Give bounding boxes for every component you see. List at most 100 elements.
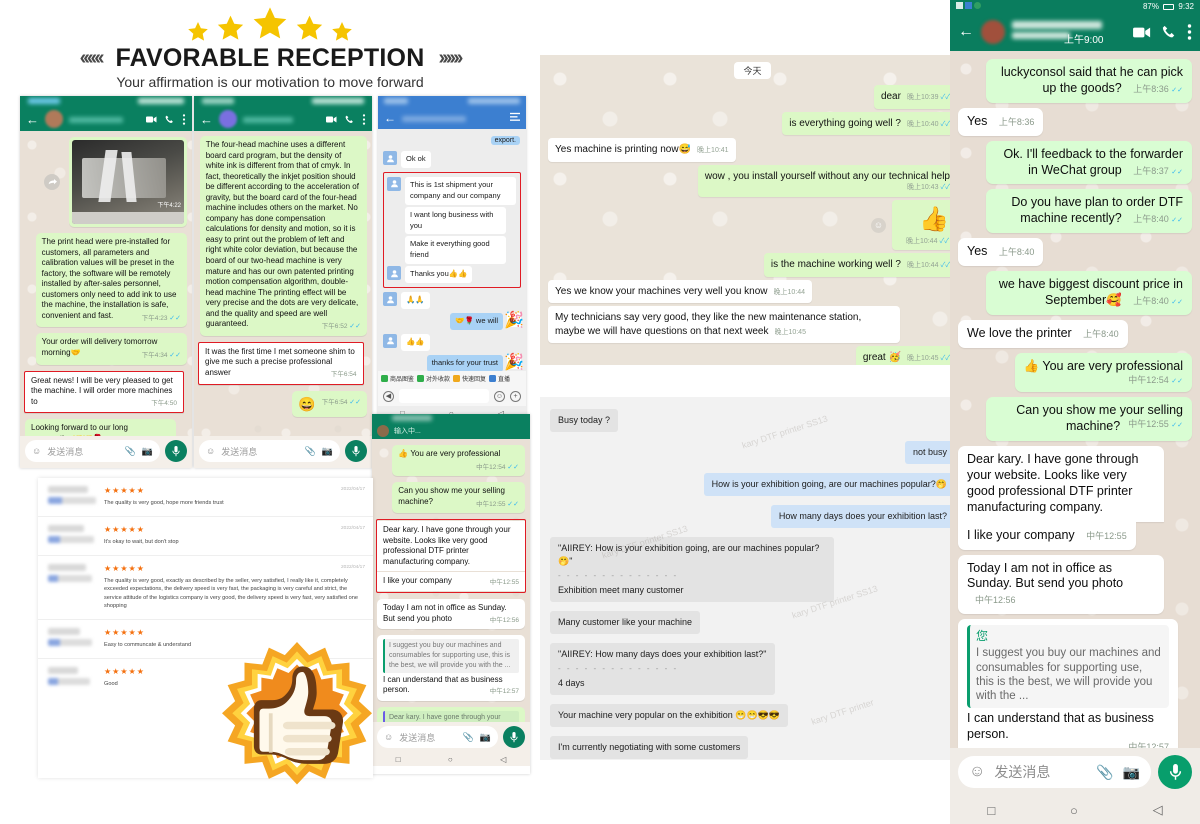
message-input[interactable]: ☺ 发送消息 📎 📷 [377, 726, 498, 748]
chat-bubble[interactable]: is everything going well ? 晚上10:40 ✓✓ [782, 111, 957, 135]
chat-bubble[interactable]: The four-head machine uses a different b… [199, 136, 367, 336]
message-input[interactable] [399, 389, 489, 403]
message-input[interactable]: ☺ 发送消息 📎 📷 [199, 440, 340, 462]
camera-icon[interactable]: 📷 [142, 446, 153, 457]
table-row[interactable]: ★★★★★ The quality is very good, hope mor… [38, 478, 373, 517]
more-vert-icon[interactable] [1187, 24, 1192, 40]
add-icon[interactable]: + [510, 390, 521, 402]
panel3-messages[interactable]: export. Ok ok This is 1st shipment your … [378, 129, 526, 371]
chat-bubble[interactable]: Make it everything good friend [405, 236, 506, 265]
back-icon[interactable]: ← [384, 111, 396, 125]
chat-bubble[interactable]: 👍 You are very professional 中午12:54 ✓✓ [1014, 352, 1192, 393]
phone-icon[interactable] [1162, 25, 1176, 39]
panel3-composer[interactable]: ◀ ☺ + [378, 386, 526, 406]
emoji-icon[interactable]: ☺ [384, 732, 393, 742]
phone-icon[interactable] [345, 115, 354, 124]
chat-bubble[interactable]: Ok. I'll feedback to the forwarder in We… [986, 140, 1192, 185]
chat-bubble[interactable]: I like your company 中午12:55 [958, 521, 1136, 550]
chat-bubble-highlighted[interactable]: It was the first time I met someone shim… [198, 341, 364, 385]
chat-bubble[interactable]: dear 晚上10:39 ✓✓ [873, 85, 957, 109]
right-composer[interactable]: ☺ 发送消息 📎 📷 [950, 748, 1200, 796]
chat-bubble[interactable]: I'm currently negotiating with some cust… [550, 735, 749, 759]
menu-icon[interactable] [510, 109, 520, 127]
avatar[interactable] [383, 151, 397, 165]
quick-action-live[interactable]: 直播 [489, 374, 510, 383]
avatar[interactable] [387, 266, 401, 281]
nav-square-icon[interactable]: □ [396, 755, 401, 764]
right-messages[interactable]: luckyconsol said that he can pick up the… [950, 51, 1200, 748]
chat-bubble[interactable]: Your machine very popular on the exhibit… [550, 703, 789, 727]
panel2-composer[interactable]: ☺ 发送消息 📎 📷 [194, 436, 372, 466]
message-input[interactable]: ☺ 发送消息 📎 📷 [25, 440, 160, 462]
avatar[interactable] [383, 292, 397, 306]
nav-circle-icon[interactable]: ○ [1070, 803, 1078, 818]
emoji-icon[interactable]: ☺ [494, 390, 505, 402]
attach-icon[interactable]: 📎 [305, 446, 316, 457]
emoji-icon[interactable]: ☺ [969, 763, 985, 781]
chat-bubble[interactable]: Yes we know your machines very well you … [548, 279, 813, 304]
nav-back-icon[interactable]: ◁ [500, 755, 506, 764]
chat-bubble-sticker[interactable]: 👍 晚上10:44 ✓✓ [891, 200, 957, 251]
avatar[interactable] [45, 110, 63, 128]
phone-icon[interactable] [165, 115, 174, 124]
chat-bubble[interactable]: Can you show me your selling machine? 中午… [392, 482, 525, 514]
avatar[interactable] [387, 176, 401, 191]
chat-bubble[interactable]: Today I am not in office as Sunday. But … [958, 554, 1164, 615]
chat-bubble[interactable]: is the machine working well ? 晚上10:44 ✓✓ [763, 253, 957, 277]
chat-bubble[interactable]: 👍👍 [401, 333, 430, 351]
chat-bubble-quoted[interactable]: 您 I suggest you buy our machines and con… [958, 619, 1178, 748]
chat-bubble-highlighted[interactable]: Dear kary. I have gone through your webs… [377, 521, 525, 572]
chat-bubble[interactable]: luckyconsol said that he can pick up the… [986, 59, 1192, 103]
mic-button[interactable] [503, 726, 525, 748]
chat-bubble[interactable]: Can you show me your selling machine? 中午1… [986, 397, 1192, 442]
right-navbar[interactable]: □ ○ ◁ [950, 796, 1200, 824]
video-call-icon[interactable] [326, 115, 337, 124]
more-vert-icon[interactable] [182, 113, 186, 125]
chat-bubble-highlighted[interactable]: Great news! I will be very pleased to ge… [24, 370, 184, 414]
mic-button[interactable] [1158, 755, 1192, 789]
back-icon[interactable]: ← [958, 23, 974, 41]
attach-icon[interactable]: 📎 [463, 732, 474, 743]
quick-action-goods[interactable]: 商品图鉴 [381, 374, 414, 383]
avatar[interactable] [981, 20, 1005, 44]
emoji-reaction-icon[interactable]: ☺ [870, 217, 886, 233]
nav-square-icon[interactable]: □ [987, 803, 995, 818]
table-row[interactable]: ★★★★★ It's okay to wait, but don't stop … [38, 517, 373, 556]
chat-bubble-quoted[interactable]: Dear kary. I have gone through your webs… [377, 706, 525, 722]
attach-icon[interactable]: 📎 [125, 446, 136, 457]
panel1-messages[interactable]: 下午4:22 The print head were pre-installed… [20, 131, 192, 436]
chat-bubble[interactable]: we have biggest discount price in Septem… [986, 271, 1192, 315]
panel4-navbar[interactable]: □ ○ ◁ [372, 752, 530, 766]
table-row[interactable]: ★★★★★ The quality is very good, exactly … [38, 556, 373, 620]
video-call-icon[interactable] [1133, 26, 1151, 39]
panel1-navbar[interactable]: □ ○ ◁ [20, 466, 192, 468]
middle-bottom-messages[interactable]: kary DTF printer SS13 kary DTF printer S… [540, 397, 965, 760]
chat-bubble-quoted[interactable]: "AIIREY: How is your exhibition going, a… [550, 537, 834, 602]
camera-icon[interactable]: 📷 [480, 732, 491, 743]
chat-bubble[interactable]: Many customer like your machine [550, 610, 701, 634]
chat-bubble[interactable]: This is 1st shipment your company and ou… [405, 176, 516, 205]
chat-bubble[interactable]: My technicians say very good, they like … [548, 306, 900, 344]
forward-icon[interactable] [44, 174, 60, 190]
avatar[interactable]: 🎉 [504, 354, 524, 371]
panel2-navbar[interactable]: □ ○ ◁ [194, 466, 372, 468]
chat-bubble[interactable]: Ok ok [401, 151, 431, 168]
chat-bubble[interactable]: Busy today ? [550, 409, 619, 433]
avatar[interactable] [383, 333, 397, 348]
chat-bubble[interactable]: The print head were pre-installed for cu… [35, 233, 187, 328]
quick-action-reply[interactable]: 快速回复 [453, 374, 486, 383]
panel2-messages[interactable]: The four-head machine uses a different b… [194, 131, 372, 436]
chat-bubble[interactable]: I want long business with you [405, 206, 506, 235]
camera-icon[interactable]: 📷 [322, 446, 333, 457]
emoji-icon[interactable]: ☺ [206, 446, 215, 456]
back-icon[interactable]: ← [200, 112, 213, 127]
chat-bubble-highlighted[interactable]: I like your company 中午12:55 [377, 572, 525, 591]
attach-icon[interactable]: 📎 [1096, 764, 1113, 781]
back-icon[interactable]: ← [26, 112, 39, 127]
chat-bubble[interactable]: Today I am not in office as Sunday. But … [377, 598, 525, 630]
chat-bubble[interactable]: 🙏🙏 [401, 292, 430, 309]
middle-top-messages[interactable]: 今天 dear 晚上10:39 ✓✓ is everything going we… [540, 55, 965, 365]
nav-back-icon[interactable]: ◁ [1153, 802, 1163, 818]
chat-bubble[interactable]: 👍 You are very professional 中午12:54 ✓✓ [392, 445, 525, 477]
panel4-composer[interactable]: ☺ 发送消息 📎 📷 [372, 722, 530, 752]
